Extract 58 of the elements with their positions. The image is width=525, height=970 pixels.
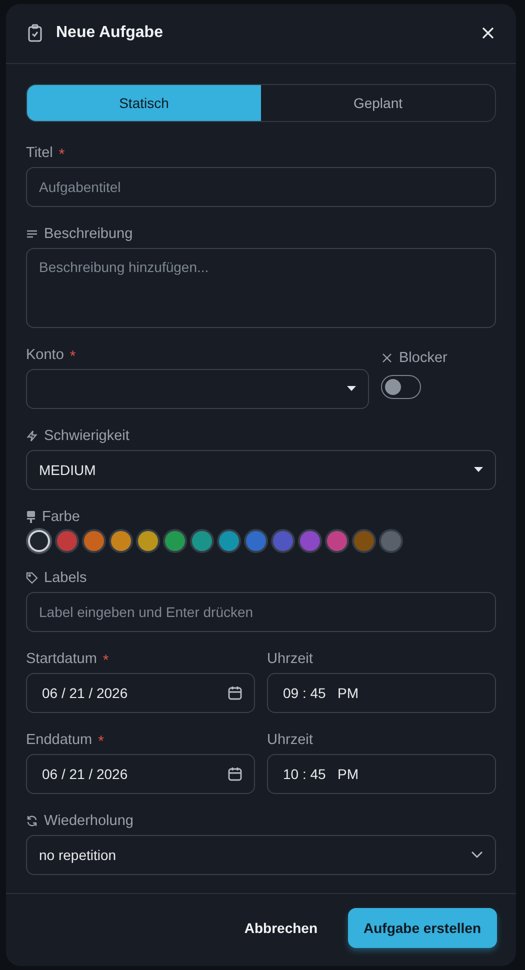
x-icon xyxy=(381,352,393,364)
description-input[interactable]: Beschreibung hinzufügen... xyxy=(26,248,496,328)
color-swatch[interactable] xyxy=(84,530,104,551)
color-swatch[interactable] xyxy=(273,530,293,551)
color-swatch[interactable] xyxy=(381,530,401,551)
lightning-icon xyxy=(26,430,38,442)
field-label: Farbe xyxy=(42,508,80,525)
required-marker: * xyxy=(102,653,109,668)
calendar-icon xyxy=(228,766,242,781)
field-label: Beschreibung xyxy=(44,226,133,242)
close-button[interactable] xyxy=(480,25,496,42)
color-swatch[interactable] xyxy=(57,530,77,551)
color-swatch[interactable] xyxy=(111,530,131,551)
date-field[interactable]: 06 / 21 / 2026 xyxy=(26,672,255,713)
field-label: Titel xyxy=(26,144,53,161)
color-swatch[interactable] xyxy=(165,530,185,551)
color-swatch[interactable] xyxy=(138,530,158,551)
create-task-button[interactable]: Aufgabe erstellen xyxy=(348,908,497,948)
cancel-button[interactable]: Abbrechen xyxy=(238,918,324,937)
dialog-title: Neue Aufgabe xyxy=(56,24,164,42)
color-swatch[interactable] xyxy=(246,530,266,551)
tab[interactable]: Geplant xyxy=(261,84,495,121)
caret-icon xyxy=(474,467,483,472)
field-label: Labels xyxy=(44,570,87,586)
blocker-toggle[interactable] xyxy=(381,374,421,399)
title-input[interactable]: Aufgabentitel xyxy=(26,166,496,207)
tab[interactable]: Statisch xyxy=(27,84,261,121)
text-lines-icon xyxy=(26,228,38,240)
required-marker: * xyxy=(98,734,104,750)
time-field[interactable]: 09 : 45 PM xyxy=(267,672,496,713)
time-field[interactable]: 10 : 45 PM xyxy=(267,754,496,794)
field-label: Startdatum xyxy=(26,650,97,667)
field-label: Uhrzeit xyxy=(267,650,313,667)
clipboard-icon xyxy=(28,24,42,42)
required-marker: * xyxy=(58,147,65,162)
refresh-icon xyxy=(26,814,38,827)
required-marker: * xyxy=(70,349,76,364)
color-swatch[interactable] xyxy=(300,530,320,551)
field-label: Uhrzeit xyxy=(267,732,313,748)
color-swatch[interactable] xyxy=(354,530,374,551)
color-swatch[interactable] xyxy=(30,532,48,550)
caret-icon xyxy=(347,386,356,392)
difficulty-select[interactable]: MEDIUM xyxy=(26,450,496,490)
field-label: Enddatum xyxy=(26,732,92,748)
tag-icon xyxy=(26,572,38,584)
chevron-down-icon xyxy=(471,851,483,858)
color-swatch[interactable] xyxy=(192,530,212,551)
date-field[interactable]: 06 / 21 / 2026 xyxy=(26,754,255,794)
field-label: Blocker xyxy=(399,350,448,366)
labels-input[interactable]: Label eingeben und Enter drücken xyxy=(26,592,496,632)
color-swatch[interactable] xyxy=(219,530,239,551)
color-swatch[interactable] xyxy=(327,530,347,551)
repeat-select[interactable]: no repetition xyxy=(26,834,496,875)
field-label: Schwierigkeit xyxy=(44,428,130,444)
field-label: Konto xyxy=(26,346,64,363)
calendar-icon xyxy=(228,686,242,700)
field-label: Wiederholung xyxy=(44,812,134,829)
brush-icon xyxy=(26,510,36,523)
